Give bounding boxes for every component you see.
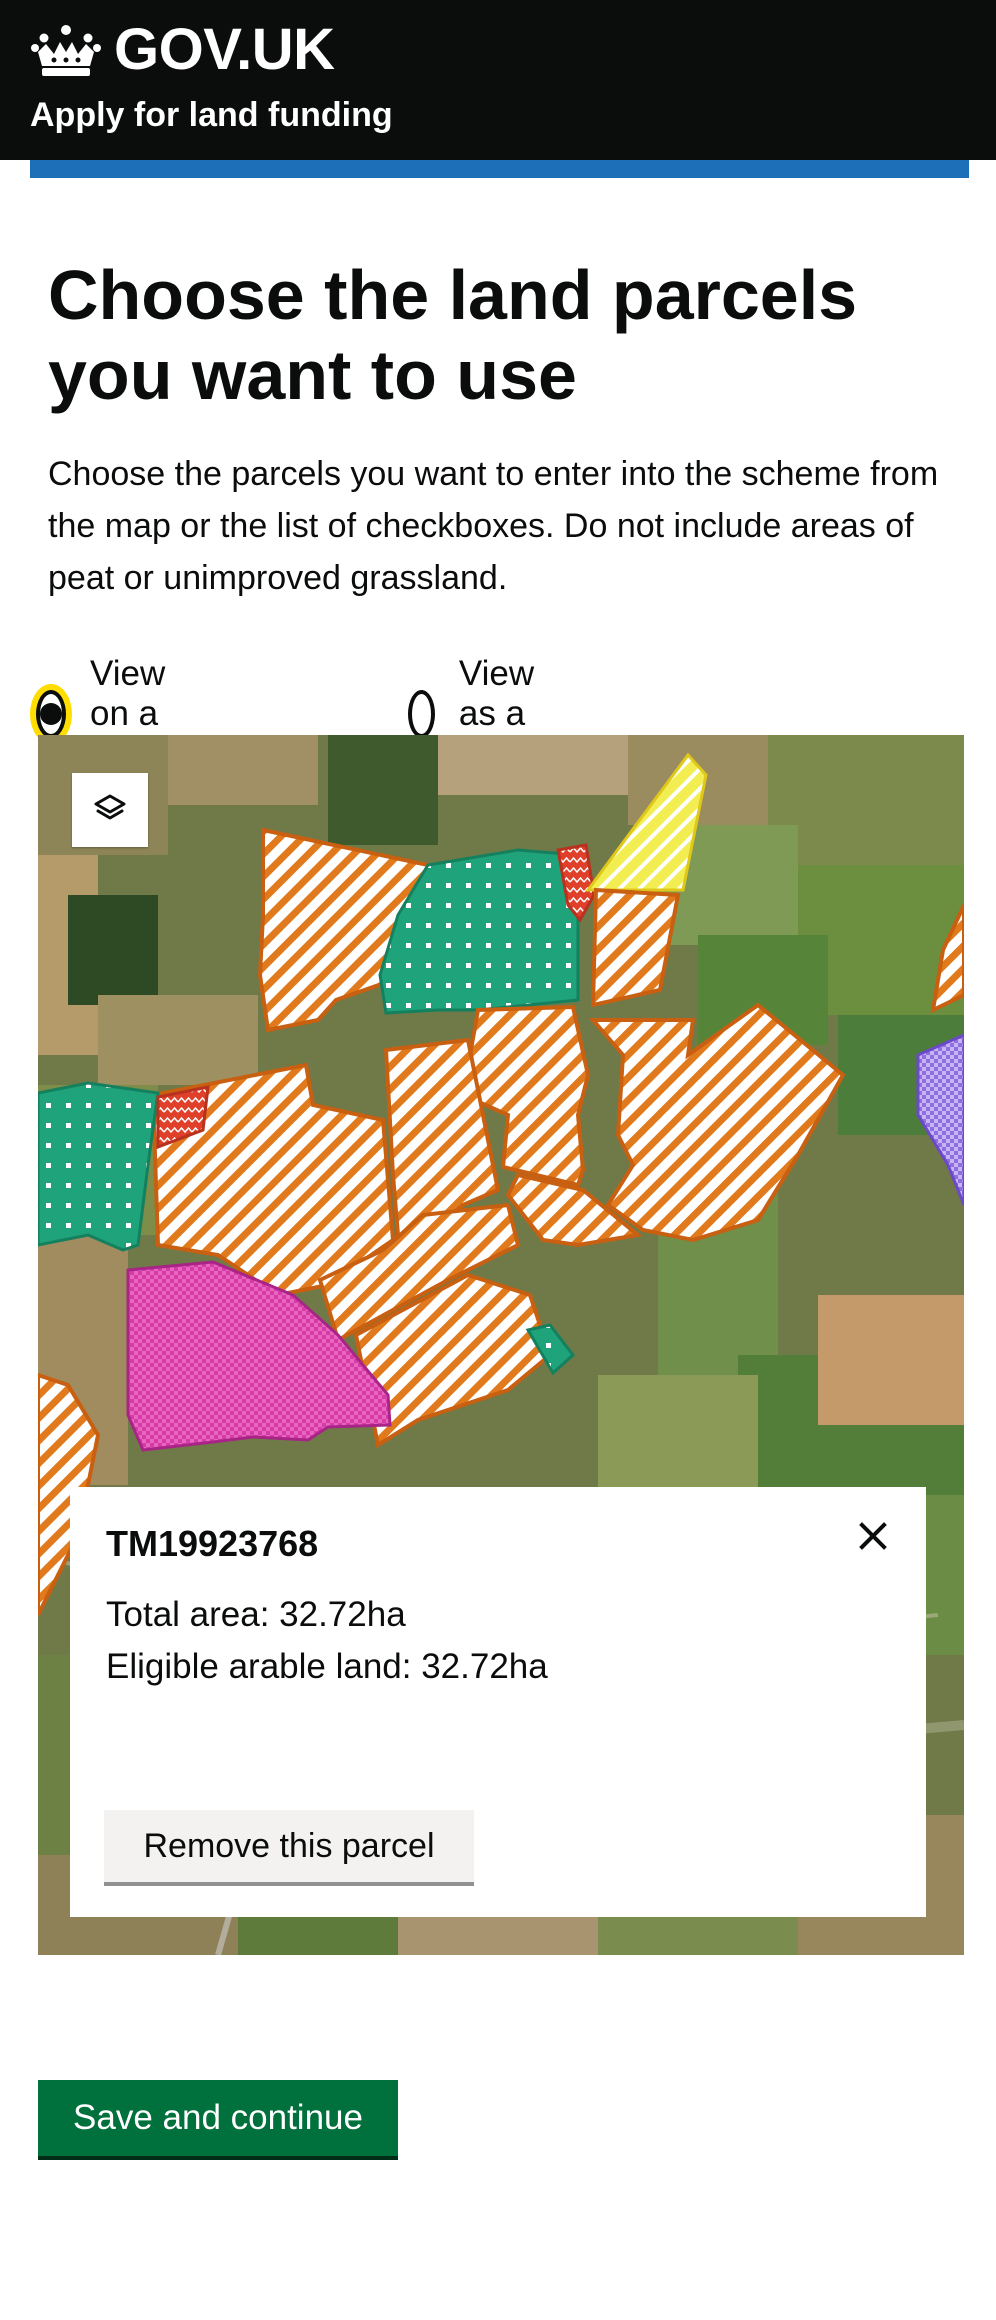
crown-icon: [31, 25, 101, 76]
parcel-popup: TM19923768 Total area: 32.72ha Eligible …: [70, 1487, 926, 1917]
radio-dot: [40, 703, 62, 725]
close-icon[interactable]: [848, 1511, 898, 1561]
page-title: Choose the land parcels you want to use: [48, 256, 858, 414]
brand-text: GOV.UK: [114, 17, 335, 82]
header-accent-bar: [30, 160, 969, 178]
parcel-eligible-land: Eligible arable land: 32.72ha: [106, 1647, 548, 1686]
save-and-continue-button[interactable]: Save and continue: [38, 2080, 398, 2160]
site-header: GOV.UK Apply for land funding: [0, 0, 996, 160]
parcel-total-area: Total area: 32.72ha: [106, 1595, 406, 1634]
govuk-logo-link[interactable]: GOV.UK: [30, 17, 335, 82]
parcel-map[interactable]: TM19923768 Total area: 32.72ha Eligible …: [38, 735, 964, 1955]
layers-button[interactable]: [72, 773, 148, 847]
radio-button[interactable]: [408, 690, 435, 738]
remove-parcel-button[interactable]: Remove this parcel: [104, 1810, 474, 1886]
service-name-link[interactable]: Apply for land funding: [30, 96, 393, 135]
radio-button-selected[interactable]: [36, 690, 66, 738]
layers-icon: [94, 794, 126, 820]
page-description: Choose the parcels you want to enter int…: [48, 455, 939, 597]
parcel-id: TM19923768: [106, 1523, 319, 1564]
